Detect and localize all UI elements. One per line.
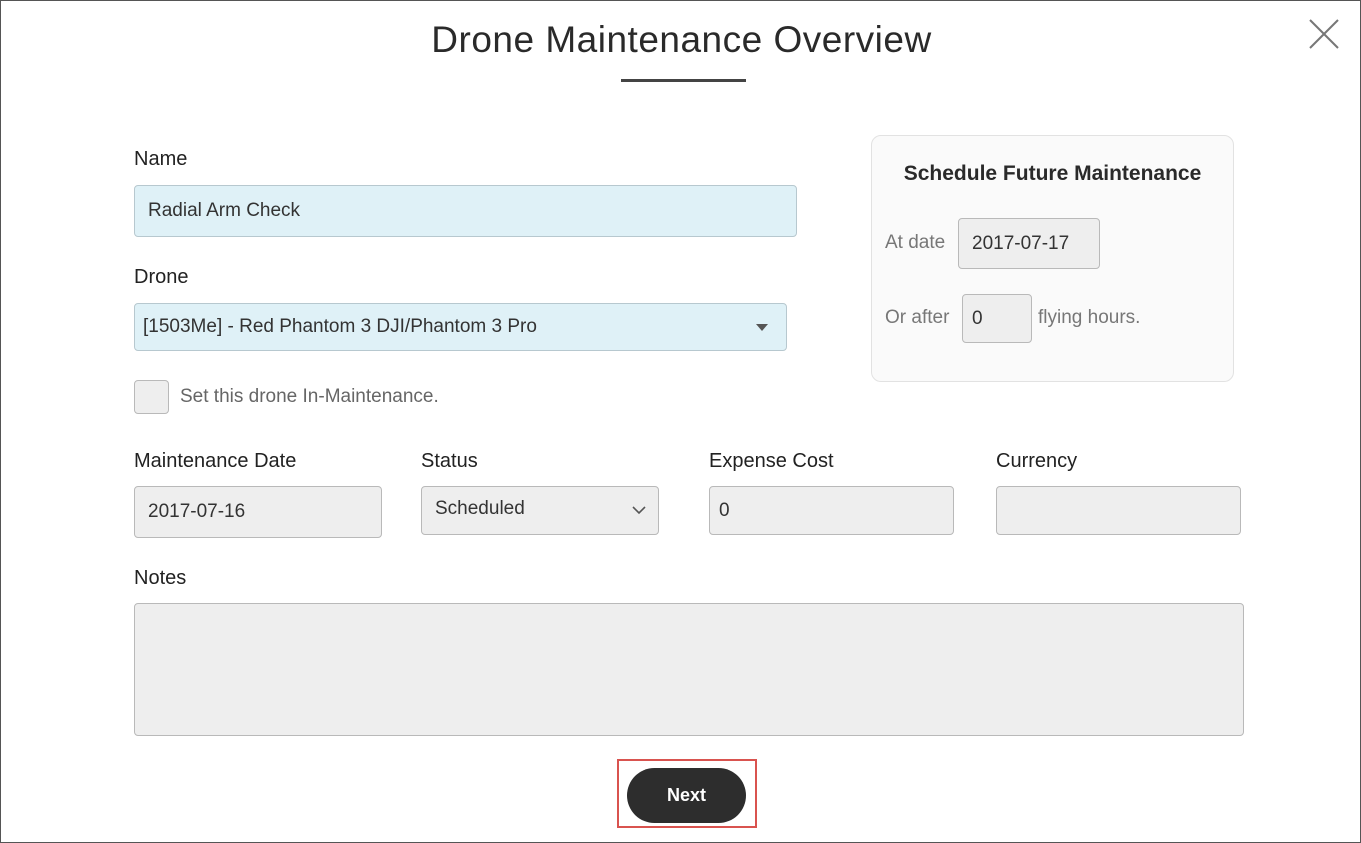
status-select-value: Scheduled: [435, 498, 525, 519]
name-input[interactable]: Radial Arm Check: [134, 185, 797, 237]
schedule-title: Schedule Future Maintenance: [903, 162, 1202, 185]
status-label: Status: [421, 450, 478, 472]
maintenance-date-label: Maintenance Date: [134, 450, 297, 472]
title-underline: [621, 79, 746, 82]
flying-hours-suffix: flying hours.: [1038, 307, 1141, 328]
status-select[interactable]: Scheduled: [421, 486, 659, 535]
name-label: Name: [134, 148, 188, 170]
notes-textarea[interactable]: [134, 603, 1244, 736]
or-after-label: Or after: [885, 307, 950, 328]
drone-label: Drone: [134, 266, 189, 288]
next-button[interactable]: Next: [627, 768, 746, 823]
at-date-input[interactable]: 2017-07-17: [958, 218, 1100, 269]
at-date-label: At date: [885, 232, 946, 253]
currency-input[interactable]: [996, 486, 1241, 535]
schedule-panel: Schedule Future Maintenance At date 2017…: [871, 135, 1234, 382]
in-maintenance-label: Set this drone In-Maintenance.: [180, 386, 439, 407]
drone-select[interactable]: [1503Me] - Red Phantom 3 DJI/Phantom 3 P…: [134, 303, 787, 351]
maintenance-date-input[interactable]: 2017-07-16: [134, 486, 382, 538]
expense-cost-label: Expense Cost: [709, 450, 834, 472]
caret-down-icon: [756, 324, 768, 331]
chevron-down-icon: [632, 506, 646, 515]
dialog: Drone Maintenance Overview Name Radial A…: [0, 0, 1361, 843]
in-maintenance-checkbox[interactable]: [134, 380, 169, 414]
dialog-title: Drone Maintenance Overview: [431, 19, 932, 60]
close-icon: [1309, 19, 1339, 49]
expense-cost-input[interactable]: 0: [709, 486, 954, 535]
flying-hours-input[interactable]: 0: [962, 294, 1032, 343]
close-button[interactable]: [1307, 17, 1341, 51]
drone-select-value: [1503Me] - Red Phantom 3 DJI/Phantom 3 P…: [143, 316, 537, 337]
currency-label: Currency: [996, 450, 1078, 472]
notes-label: Notes: [134, 567, 187, 589]
